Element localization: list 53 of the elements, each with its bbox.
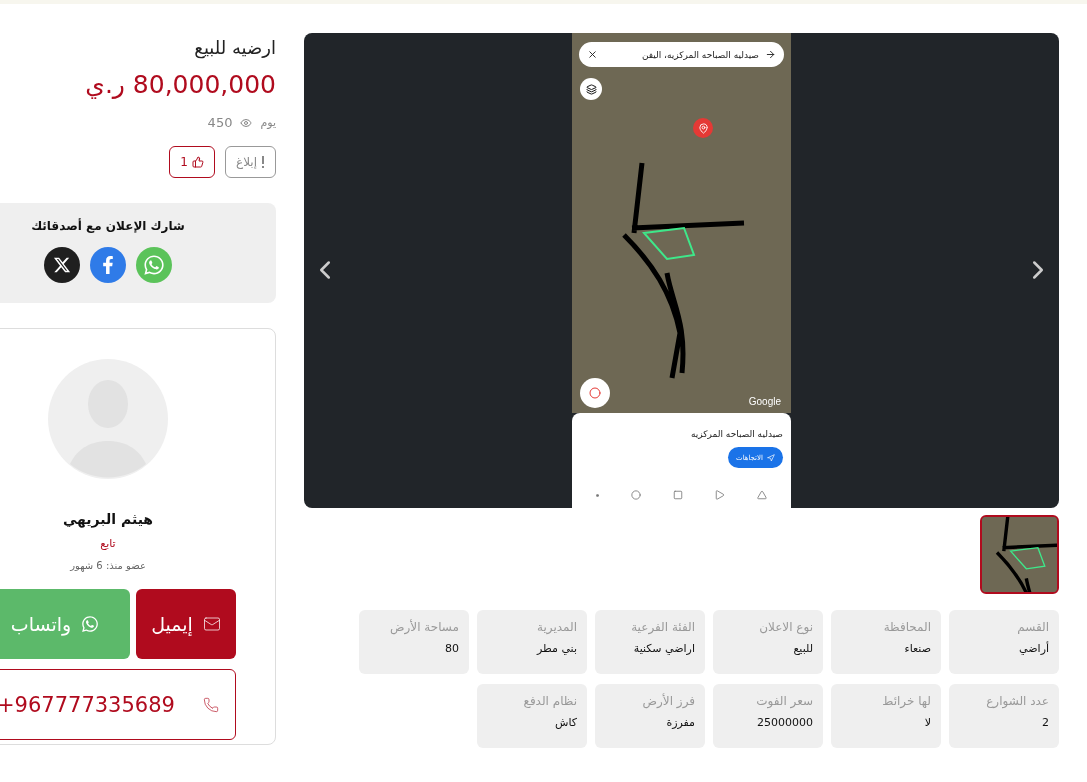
report-button[interactable]: إبلاغ [225,146,276,178]
detail-label: سعر الفوت [755,694,813,708]
close-icon [587,49,598,60]
detail-label: المحافظة [882,620,931,634]
views-count: 450 [207,115,233,130]
seller-name: هيثم البريهي [62,511,154,527]
whatsapp-icon [81,615,100,633]
phone-button[interactable]: +967777335689 [0,669,236,740]
follow-link[interactable]: تابع [100,537,116,550]
square-icon [673,490,683,500]
listing-title: ارضيه للبيع [193,37,276,58]
detail-label: مساحة الأرض [389,620,459,634]
facebook-share-button[interactable] [90,247,126,283]
arrow-icon [765,49,776,60]
like-button[interactable]: 1 [169,146,215,178]
listing-price: 80,000,000 ر.ي [84,70,276,99]
detail-value: لا [923,716,931,729]
dot-icon [596,493,599,497]
exclamation-icon [261,156,265,168]
detail-label: لها خرائط [881,694,931,708]
eye-icon [240,116,253,129]
x-share-button[interactable] [44,247,80,283]
email-button[interactable]: إيميل [136,589,236,659]
detail-value: صنعاء [903,642,931,655]
phone-icon [203,696,219,713]
detail-label: نوع الاعلان [758,620,813,634]
detail-label: نظام الدفع [522,694,577,708]
detail-value: 80 [444,642,459,655]
x-icon [53,256,71,274]
layers-icon [585,83,597,95]
views-unit: يوم [260,116,276,129]
map-credit: Google [748,396,781,407]
detail-value: اراضي سكنية [632,642,695,655]
detail-value: 2 [1041,716,1049,729]
navigation-icon [767,453,775,462]
detail-value: مفرزة [665,716,695,729]
search-text: صيدليه الصباحه المركزيه، اليفن [640,49,759,60]
detail-label: المديرية [536,620,577,634]
detail-label: القسم [1016,620,1049,634]
envelope-icon [202,615,221,633]
detail-value: 25000000 [756,716,813,729]
detail-label: الفئة الفرعية [630,620,695,634]
member-since: عضو منذ: 6 شهور [70,560,146,571]
share-title: شارك الإعلان مع أصدقائك [31,219,185,233]
detail-value: بني مطر [535,642,577,655]
thumbs-up-icon [192,156,204,168]
whatsapp-icon [143,254,165,276]
detail-value: أراضي [1018,642,1049,655]
place-name: صيدليه الصباحه المركزيه [690,429,783,439]
detail-label: فرز الأرض [641,694,695,708]
detail-value: كاش [553,716,577,729]
detail-value: للبيع [792,642,813,655]
detail-label: عدد الشوارع [985,694,1049,708]
